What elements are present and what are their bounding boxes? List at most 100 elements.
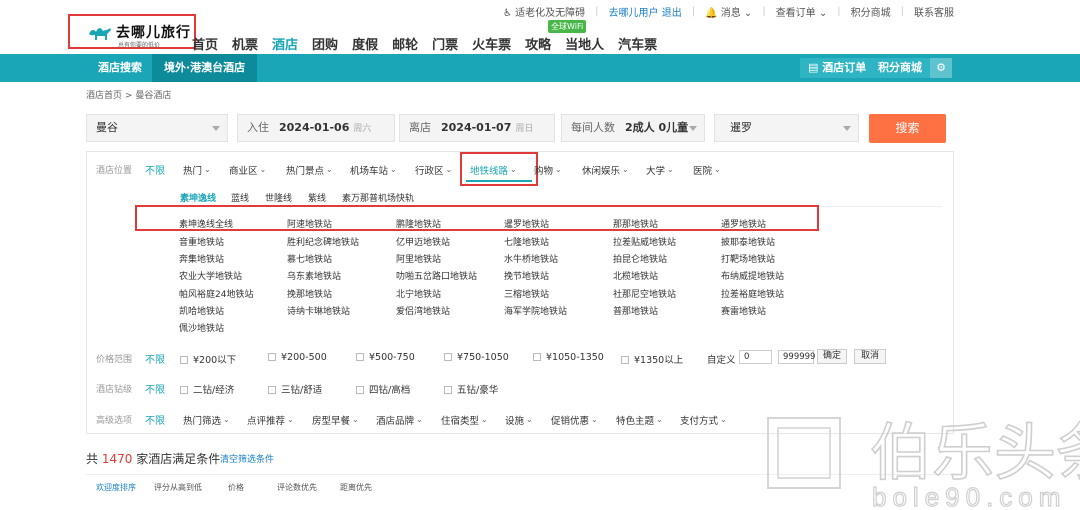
station-item[interactable]: 七隆地铁站: [504, 235, 549, 248]
price-option[interactable]: ¥750-1050: [444, 352, 509, 363]
user-link[interactable]: 去哪儿用户 退出: [609, 4, 682, 19]
tab-overseas-hotels[interactable]: 境外·港澳台酒店: [152, 54, 258, 82]
station-item[interactable]: 拉差贴威地铁站: [613, 235, 676, 248]
station-item[interactable]: 挽节地铁站: [504, 269, 549, 282]
filter-leisure[interactable]: 休闲娱乐: [582, 163, 629, 177]
search-button[interactable]: 搜索: [869, 114, 946, 143]
station-item[interactable]: 叻啪五岔路口地铁站: [396, 269, 477, 282]
station-item[interactable]: 鹏隆地铁站: [396, 217, 441, 230]
checkbox[interactable]: [444, 353, 452, 361]
metro-line-blue[interactable]: 蓝线: [231, 191, 249, 204]
nav-hotels[interactable]: 酒店: [272, 34, 298, 53]
station-item[interactable]: 音重地铁站: [179, 235, 224, 248]
station-item[interactable]: 奔集地铁站: [179, 252, 224, 265]
filter-metro-lines[interactable]: 地铁线路: [460, 152, 538, 186]
checkin-date[interactable]: 入住 2024-01-06 周六: [237, 114, 395, 142]
filter-university[interactable]: 大学: [646, 163, 674, 177]
stars-unlimited[interactable]: 不限: [145, 381, 165, 396]
advanced-unlimited[interactable]: 不限: [145, 412, 165, 427]
price-option[interactable]: ¥200-500: [268, 352, 327, 363]
station-item[interactable]: 阿速地铁站: [287, 217, 332, 230]
location-unlimited[interactable]: 不限: [145, 162, 165, 177]
city-select[interactable]: 曼谷: [86, 114, 228, 142]
nav-cruise[interactable]: 邮轮: [392, 34, 418, 53]
checkbox[interactable]: [180, 386, 188, 394]
adv-lodging-type[interactable]: 住宿类型: [441, 413, 488, 427]
station-item[interactable]: 慕七地铁站: [287, 252, 332, 265]
station-item[interactable]: 社那尼空地铁站: [613, 287, 676, 300]
adv-brand[interactable]: 酒店品牌: [376, 413, 423, 427]
nav-vacation[interactable]: 度假: [352, 34, 378, 53]
checkbox[interactable]: [356, 386, 364, 394]
nav-bus[interactable]: 汽车票: [618, 34, 657, 53]
adv-room-breakfast[interactable]: 房型早餐: [312, 413, 359, 427]
sort-rating[interactable]: 评分从高到低: [154, 482, 202, 493]
points-link[interactable]: 积分商城: [851, 4, 891, 19]
metro-line-sukhumvit[interactable]: 素坤逸线: [180, 191, 216, 204]
metro-line-airport-link[interactable]: 素万那普机场快轨: [342, 191, 414, 204]
adv-facilities[interactable]: 设施: [505, 413, 533, 427]
station-item[interactable]: 布纳威提地铁站: [721, 269, 784, 282]
sort-price[interactable]: 价格: [228, 482, 244, 493]
station-item[interactable]: 海军学院地铁站: [504, 304, 567, 317]
checkbox[interactable]: [533, 353, 541, 361]
station-item[interactable]: 挽那地铁站: [287, 287, 332, 300]
station-item[interactable]: 打靶场地铁站: [721, 252, 775, 265]
gear-icon[interactable]: ⚙: [930, 58, 952, 78]
logo[interactable]: 去哪儿旅行 总有你要的低价: [68, 14, 196, 49]
filter-hospital[interactable]: 医院: [693, 163, 721, 177]
breadcrumb-home[interactable]: 酒店首页: [86, 91, 122, 101]
filter-attractions[interactable]: 热门景点: [286, 163, 333, 177]
tab-hotel-search[interactable]: 酒店搜索: [86, 54, 154, 82]
station-item[interactable]: 那那地铁站: [613, 217, 658, 230]
star-option[interactable]: 三钻/舒适: [268, 382, 322, 396]
station-item[interactable]: 三榕地铁站: [504, 287, 549, 300]
nav-group-buy[interactable]: 团购: [312, 34, 338, 53]
nav-flights[interactable]: 机票: [232, 34, 258, 53]
price-option[interactable]: ¥1050-1350: [533, 352, 604, 363]
country-select[interactable]: 暹罗: [714, 114, 859, 142]
station-item[interactable]: 披耶泰地铁站: [721, 235, 775, 248]
guests-select[interactable]: 每间人数 2成人 0儿童: [561, 114, 705, 142]
station-item[interactable]: 诗纳卡琳地铁站: [287, 304, 350, 317]
metro-line-silom[interactable]: 世隆线: [265, 191, 292, 204]
sort-popularity[interactable]: 欢迎度排序: [96, 482, 136, 493]
station-item[interactable]: 凯哈地铁站: [179, 304, 224, 317]
adv-themes[interactable]: 特色主题: [616, 413, 663, 427]
metro-line-purple[interactable]: 紫线: [308, 191, 326, 204]
station-item[interactable]: 暹罗地铁站: [504, 217, 549, 230]
hotel-orders-button[interactable]: ▤ 酒店订单: [800, 58, 875, 78]
nav-home[interactable]: 首页: [192, 34, 218, 53]
adv-payment[interactable]: 支付方式: [680, 413, 727, 427]
nav-guides[interactable]: 攻略: [525, 34, 551, 53]
checkbox[interactable]: [268, 353, 276, 361]
sort-reviews[interactable]: 评论数优先: [277, 482, 317, 493]
messages-link[interactable]: 🔔 消息 ⌄: [705, 4, 752, 19]
station-item[interactable]: 拍昆仑地铁站: [613, 252, 667, 265]
checkbox[interactable]: [621, 356, 629, 364]
service-link[interactable]: 联系客服: [914, 4, 954, 19]
nav-tickets[interactable]: 门票: [432, 34, 458, 53]
filter-airport-station[interactable]: 机场车站: [350, 163, 397, 177]
station-item[interactable]: 北榄地铁站: [613, 269, 658, 282]
points-mall-button[interactable]: 积分商城: [870, 58, 930, 78]
checkbox[interactable]: [356, 353, 364, 361]
station-item[interactable]: 素坤逸线全线: [179, 217, 233, 230]
station-item[interactable]: 阿里地铁站: [396, 252, 441, 265]
price-option[interactable]: ¥200以下: [180, 352, 236, 366]
logout-link[interactable]: 退出: [662, 8, 682, 19]
filter-shopping[interactable]: 购物: [534, 163, 562, 177]
price-confirm-button[interactable]: 确定: [817, 349, 847, 364]
adv-reviews[interactable]: 点评推荐: [247, 413, 294, 427]
orders-link[interactable]: 查看订单 ⌄: [776, 4, 828, 19]
filter-business-district[interactable]: 商业区: [229, 163, 266, 177]
star-option[interactable]: 二钻/经济: [180, 382, 234, 396]
station-item[interactable]: 胜利纪念碑地铁站: [287, 235, 359, 248]
station-item[interactable]: 普那地铁站: [613, 304, 658, 317]
price-min-input[interactable]: 0: [739, 350, 772, 364]
price-option[interactable]: ¥1350以上: [621, 352, 683, 366]
filter-hot[interactable]: 热门: [183, 163, 211, 177]
star-option[interactable]: 四钻/高档: [356, 382, 410, 396]
filter-district[interactable]: 行政区: [415, 163, 452, 177]
checkbox[interactable]: [180, 356, 188, 364]
